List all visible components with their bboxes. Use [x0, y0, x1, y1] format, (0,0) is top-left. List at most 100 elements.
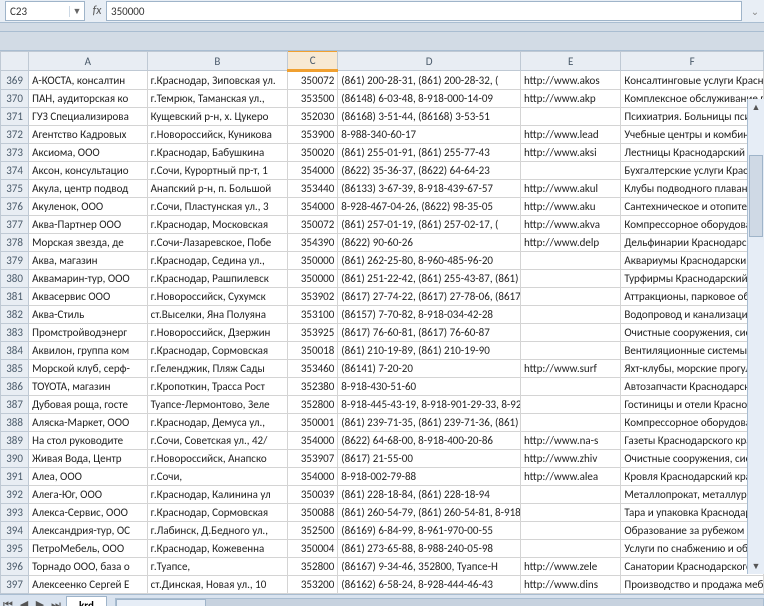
cell[interactable]: 353925	[288, 324, 338, 342]
cell[interactable]: 352030	[288, 108, 338, 126]
cell[interactable]: http://www.aksi	[521, 144, 621, 162]
cell[interactable]: (861) 257-01-19, (861) 257-02-17, (	[338, 216, 521, 234]
cell[interactable]: 353100	[288, 306, 338, 324]
cell[interactable]	[521, 108, 621, 126]
cell[interactable]: 354000	[288, 198, 338, 216]
cell[interactable]: (861) 200-28-31, (861) 200-28-32, (	[338, 71, 521, 90]
cell[interactable]: (86148) 6-03-48, 8-918-000-14-09	[338, 90, 521, 108]
cell[interactable]: (86162) 6-58-24, 8-928-444-46-43	[338, 576, 521, 594]
cell[interactable]: 353902	[288, 288, 338, 306]
cell[interactable]	[521, 486, 621, 504]
cell[interactable]: (861) 239-71-35, (861) 239-71-36, (861) …	[338, 414, 521, 432]
cell[interactable]: http://www.na-s	[521, 432, 621, 450]
cell[interactable]: ст.Выселки, Яна Полуяна	[147, 306, 288, 324]
cell[interactable]: 350072	[288, 216, 338, 234]
cell[interactable]: Тара и упаковка Краснодарски	[621, 504, 764, 522]
cell[interactable]: Яхт-клубы, морские прогулки, с	[621, 360, 764, 378]
vscroll-thumb[interactable]	[749, 155, 763, 237]
name-box[interactable]: C23 ▼	[5, 1, 85, 21]
cell[interactable]: 352800	[288, 396, 338, 414]
cell[interactable]: http://www.alea	[521, 468, 621, 486]
cell[interactable]: Бухгалтерские услуги Краснода	[621, 162, 764, 180]
cell[interactable]: http://www.dins	[521, 576, 621, 594]
cell[interactable]: Морской клуб, серф-	[29, 360, 147, 378]
cell[interactable]: 350088	[288, 504, 338, 522]
cell[interactable]: Александрия-тур, ОС	[29, 522, 147, 540]
cell[interactable]: 353440	[288, 180, 338, 198]
cell[interactable]: (86168) 3-51-44, (86168) 3-53-51	[338, 108, 521, 126]
cell[interactable]: Анапский р-н, п. Большой	[147, 180, 288, 198]
cell[interactable]: Дубовая роща, госте	[29, 396, 147, 414]
cell[interactable]: http://www.akul	[521, 180, 621, 198]
row-header[interactable]: 373	[1, 144, 29, 162]
cell[interactable]: Дельфинарии Краснодарский к	[621, 234, 764, 252]
cell[interactable]: Алеа, ООО	[29, 468, 147, 486]
cell[interactable]: 350000	[288, 270, 338, 288]
cell[interactable]: Очистные сооружения, системы	[621, 324, 764, 342]
cell[interactable]: (86141) 7-20-20	[338, 360, 521, 378]
cell[interactable]: http://www.akva	[521, 216, 621, 234]
cell[interactable]: (86157) 7-70-82, 8-918-034-42-28	[338, 306, 521, 324]
cell[interactable]: Лестницы Краснодарский край	[621, 144, 764, 162]
cell[interactable]: ГУЗ Специализирова	[29, 108, 147, 126]
cell[interactable]: (8622) 90-60-26	[338, 234, 521, 252]
cell[interactable]: Компрессорное оборудование	[621, 216, 764, 234]
cell[interactable]: (861) 260-54-79, (861) 260-54-81, 8-918-…	[338, 504, 521, 522]
cell[interactable]: г.Краснодар, Калинина ул	[147, 486, 288, 504]
horizontal-scrollbar[interactable]	[115, 598, 764, 606]
cell[interactable]: TOYOTA, магазин	[29, 378, 147, 396]
cell[interactable]: Аква-Стиль	[29, 306, 147, 324]
cell[interactable]: 354000	[288, 468, 338, 486]
column-header-F[interactable]: F	[621, 52, 764, 71]
cell[interactable]: Торнадо ООО, база о	[29, 558, 147, 576]
cell[interactable]	[521, 378, 621, 396]
cell[interactable]: Аква-Партнер ООО	[29, 216, 147, 234]
row-header[interactable]: 371	[1, 108, 29, 126]
cell[interactable]: Учебные центры и комбинаты К	[621, 126, 764, 144]
cell[interactable]: г.Лабинск, Д.Бедного ул.,	[147, 522, 288, 540]
row-header[interactable]: 392	[1, 486, 29, 504]
cell[interactable]: г.Новороссийск, Анапско	[147, 450, 288, 468]
scroll-up-icon[interactable]: ▲	[748, 99, 764, 115]
cell[interactable]: http://www.delp	[521, 234, 621, 252]
cell[interactable]	[521, 306, 621, 324]
row-header[interactable]: 393	[1, 504, 29, 522]
cell[interactable]: Аттракционы, парковое обору	[621, 288, 764, 306]
cell[interactable]: 354390	[288, 234, 338, 252]
row-header[interactable]: 387	[1, 396, 29, 414]
cell[interactable]	[521, 522, 621, 540]
row-header[interactable]: 379	[1, 252, 29, 270]
cell[interactable]: Сантехническое и отопительно	[621, 198, 764, 216]
cell[interactable]: Гостиницы и отели Краснодарс	[621, 396, 764, 414]
cell[interactable]: (86133) 3-67-39, 8-918-439-67-57	[338, 180, 521, 198]
formula-input[interactable]: 350000	[106, 1, 742, 21]
cell[interactable]: 350000	[288, 252, 338, 270]
row-header[interactable]: 394	[1, 522, 29, 540]
cell[interactable]: Водопровод и канализация Кр	[621, 306, 764, 324]
cell[interactable]: (861) 228-18-84, (861) 228-18-94	[338, 486, 521, 504]
cell[interactable]: 353900	[288, 126, 338, 144]
sheet-nav-first-icon[interactable]: ⏮	[0, 597, 16, 606]
row-header[interactable]: 370	[1, 90, 29, 108]
cell[interactable]: Акуленок, ООО	[29, 198, 147, 216]
sheet-nav-next-icon[interactable]: ▶	[32, 597, 48, 606]
cell[interactable]: г.Краснодар, Зиповская ул.	[147, 71, 288, 90]
cell[interactable]: г.Краснодар, Кожевенна	[147, 540, 288, 558]
cell[interactable]: (8617) 27-74-22, (8617) 27-78-06, (8617)…	[338, 288, 521, 306]
cell[interactable]: Санатории Краснодарского кра	[621, 558, 764, 576]
column-header-A[interactable]: A	[29, 52, 147, 71]
cell[interactable]	[521, 162, 621, 180]
cell[interactable]: 353200	[288, 576, 338, 594]
column-header-B[interactable]: B	[147, 52, 288, 71]
cell[interactable]: Вентиляционные системы и об	[621, 342, 764, 360]
cell[interactable]: Туапсе-Лермонтово, Зеле	[147, 396, 288, 414]
cell[interactable]: Кровля Краснодарский край: п	[621, 468, 764, 486]
cell[interactable]: Аква, магазин	[29, 252, 147, 270]
cell[interactable]: Консалтинговые услуги Красно	[621, 71, 764, 90]
row-header[interactable]: 374	[1, 162, 29, 180]
cell[interactable]: (8622) 64-68-00, 8-918-400-20-86	[338, 432, 521, 450]
cell[interactable]: Акула, центр подвод	[29, 180, 147, 198]
formula-bar-expand-icon[interactable]: ⌄	[746, 5, 764, 18]
cell[interactable]: г.Краснодар, Московская	[147, 216, 288, 234]
cell[interactable]: Металлопрокат, металлургия ч	[621, 486, 764, 504]
